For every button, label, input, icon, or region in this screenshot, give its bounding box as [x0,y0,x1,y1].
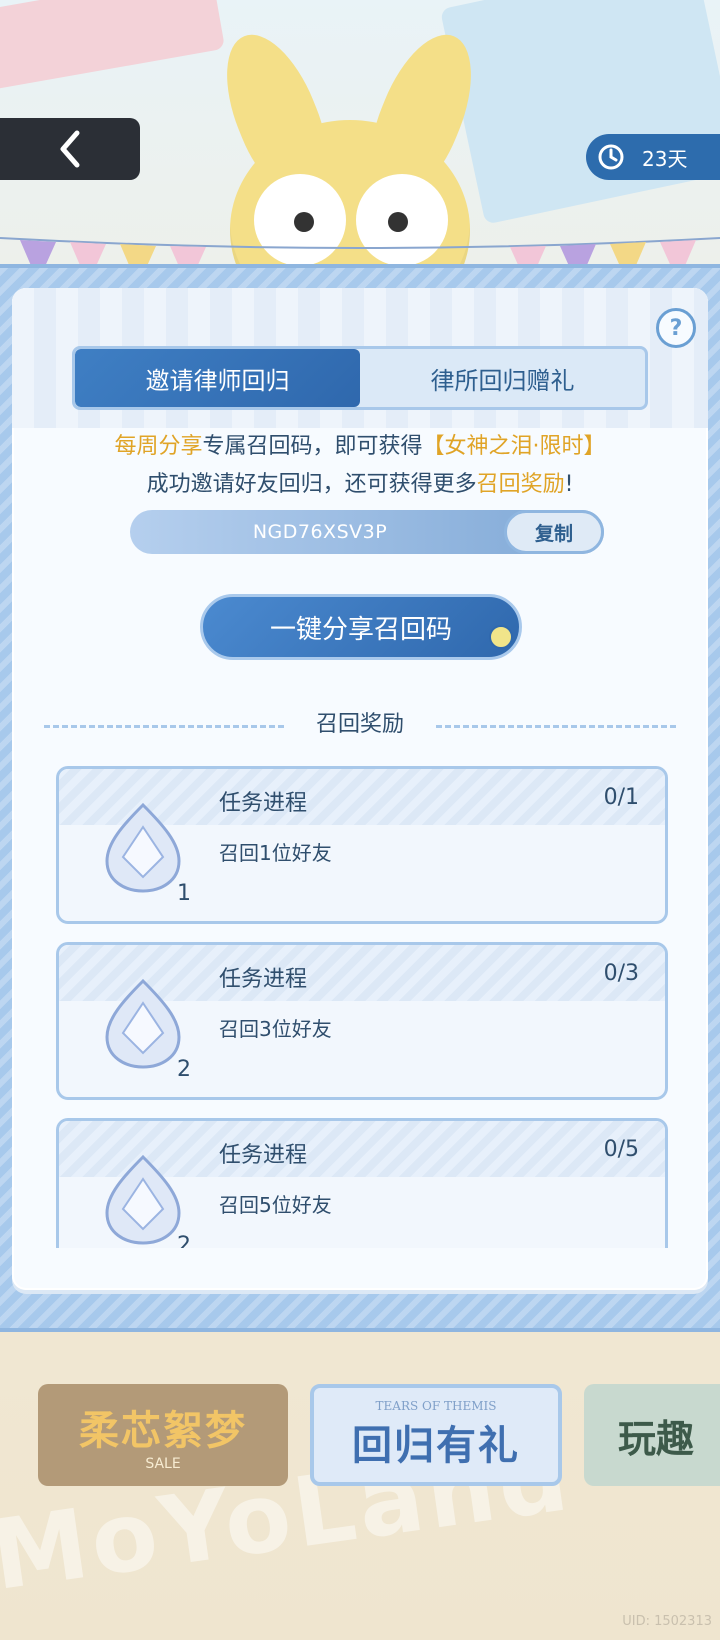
task-card: 2 任务进程 0/5 召回5位好友 [56,1118,668,1248]
mascot-pupil [388,212,408,232]
uid-text: UID: 1502313 [622,1614,712,1629]
banner-title: 玩趣 [618,1416,695,1461]
help-button[interactable]: ? [656,308,696,348]
banner-sub: TEARS OF THEMIS [375,1399,497,1413]
banner-sub: SALE [145,1456,181,1472]
chevron-left-icon [60,130,80,168]
task-card: 1 任务进程 0/1 召回1位好友 [56,766,668,924]
tab-bar: 邀请律师回归 律所回归赠礼 [72,346,648,410]
banner-soft-dream[interactable]: 柔芯絮梦 SALE [38,1384,288,1486]
desc-reward-name: 【女神之泪·限时】 [422,434,606,459]
description-line-1: 每周分享专属召回码，即可获得【女神之泪·限时】 [0,428,720,460]
tab-invite-lawyer[interactable]: 邀请律师回归 [75,349,360,407]
desc-text: ! [564,472,574,497]
task-progress: 0/1 [603,785,639,810]
task-description: 召回5位好友 [219,1193,332,1217]
share-button-label: 一键分享召回码 [269,614,452,645]
timer-text: 23天 [642,146,688,171]
task-description: 召回1位好友 [219,841,332,865]
back-button[interactable] [0,118,140,180]
event-timer: 23天 [586,134,720,180]
copy-button[interactable]: 复制 [504,510,604,554]
task-card: 2 任务进程 0/3 召回3位好友 [56,942,668,1100]
share-dot-icon [489,625,513,649]
recall-code-value: NGD76XSV3P [252,521,388,543]
reward-count: 2 [177,1057,191,1082]
tab-label: 邀请律师回归 [145,366,290,395]
banner-content: 柔芯絮梦 SALE [79,1398,247,1472]
tab-label: 律所回归赠礼 [430,366,575,395]
share-code-button[interactable]: 一键分享召回码 [200,594,522,660]
reward-count: 1 [177,881,191,906]
task-progress: 0/3 [603,961,639,986]
banner-fun[interactable]: 玩趣 [584,1384,720,1486]
banner-title: 回归有礼 [352,1423,520,1469]
task-description: 召回3位好友 [219,1017,332,1041]
recall-code-field: NGD76XSV3P 复制 [130,510,604,554]
desc-text: 专属召回码，即可获得 [202,434,423,459]
banner-return-gift[interactable]: TEARS OF THEMIS 回归有礼 [310,1384,562,1486]
background-paper [0,0,226,91]
desc-highlight: 每周分享 [114,434,203,459]
clock-icon [598,144,624,170]
reward-count: 2 [177,1233,191,1248]
task-label: 任务进程 [219,967,308,992]
banner-content: TEARS OF THEMIS 回归有礼 [352,1399,520,1471]
desc-highlight: 召回奖励 [476,472,565,497]
description-line-2: 成功邀请好友回归，还可获得更多召回奖励! [0,466,720,498]
banner-title: 柔芯絮梦 [79,1408,247,1454]
section-title: 召回奖励 [315,712,404,737]
tab-firm-gift[interactable]: 律所回归赠礼 [360,349,645,407]
task-progress: 0/5 [603,1137,639,1162]
background-notebook [439,0,720,225]
question-icon: ? [669,315,683,341]
divider-right [436,725,676,728]
task-label: 任务进程 [219,791,308,816]
reward-task-list[interactable]: 1 任务进程 0/1 召回1位好友 2 任务进程 0/3 召回3位好友 2 任务… [56,766,668,1248]
desc-text: 成功邀请好友回归，还可获得更多 [146,472,477,497]
mascot-pupil [294,212,314,232]
task-label: 任务进程 [219,1143,308,1168]
